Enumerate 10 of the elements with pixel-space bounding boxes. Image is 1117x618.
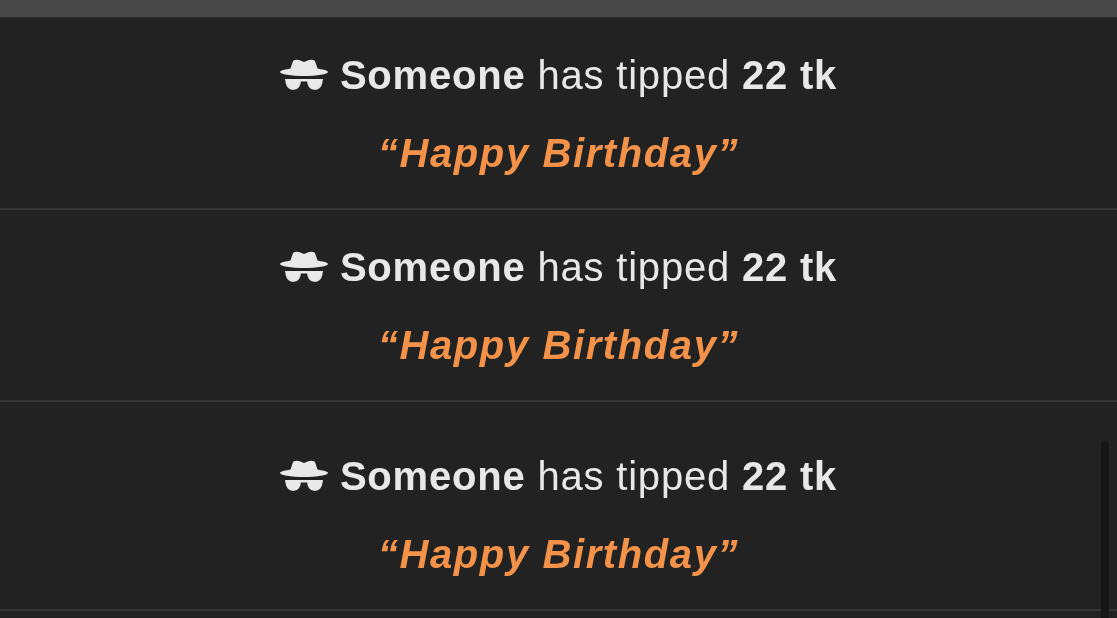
hat-and-glasses-icon: [279, 251, 328, 283]
tip-message: “Happy Birthday”: [377, 131, 740, 175]
tip-text: Someone has tipped 22 tk: [339, 454, 838, 498]
tip-message: “Happy Birthday”: [377, 532, 740, 576]
tip-message: “Happy Birthday”: [377, 323, 740, 367]
scrollbar-thumb[interactable]: [1101, 441, 1109, 618]
tip-text: Someone has tipped 22 tk: [339, 53, 838, 97]
hat-and-glasses-icon: [279, 59, 328, 91]
hat-and-glasses-icon: [279, 460, 328, 492]
tip-text: Someone has tipped 22 tk: [339, 245, 838, 289]
